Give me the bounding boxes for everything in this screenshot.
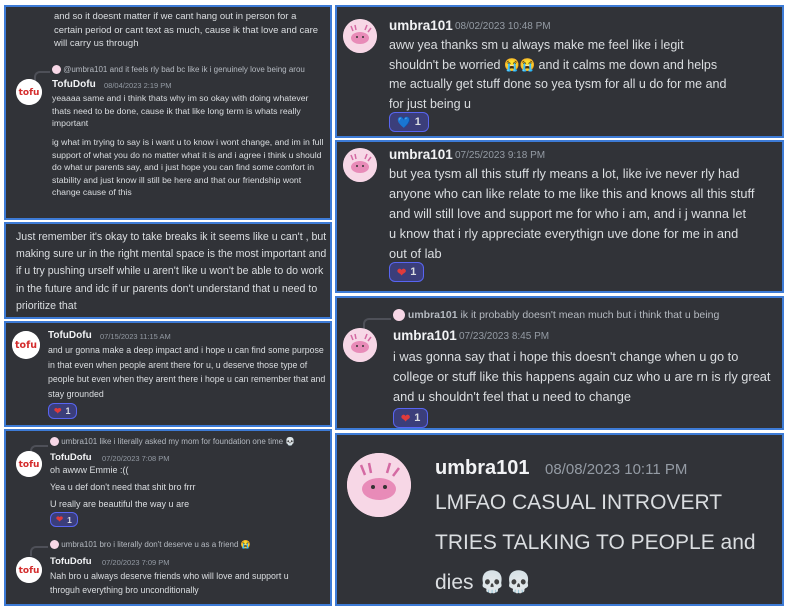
reaction-count: 1	[65, 406, 71, 416]
reply-text: ik it probably doesn't mean much but i t…	[460, 309, 720, 321]
author-name[interactable]: umbra101	[389, 18, 453, 33]
message-panel-1: and so it doesnt matter if we cant hang …	[4, 5, 332, 220]
tofudofu-avatar[interactable]: tofu	[16, 557, 42, 583]
tofudofu-avatar[interactable]: tofu	[16, 79, 42, 105]
heart-icon: ❤	[397, 266, 407, 279]
message-panel-7: umbra101 ik it probably doesn't mean muc…	[335, 296, 784, 430]
author-name[interactable]: TofuDofu	[50, 452, 92, 463]
author-name[interactable]: umbra101	[435, 457, 530, 480]
message-text: but yea tysm all this stuff rly means a …	[389, 166, 755, 261]
message-panel-3: tofu TofuDofu 07/15/2023 11:15 AM and ur…	[4, 321, 332, 427]
author-name[interactable]: umbra101	[393, 328, 457, 343]
author-name[interactable]: TofuDofu	[52, 79, 96, 90]
tofudofu-avatar[interactable]: tofu	[16, 451, 42, 477]
reply-text: and it feels rly bad bc like ik i genuin…	[109, 65, 305, 74]
timestamp: 07/20/2023 7:09 PM	[102, 558, 170, 567]
heart-icon: ❤	[401, 412, 411, 425]
reaction-heart[interactable]: ❤ 1	[393, 408, 429, 428]
mini-avatar	[50, 437, 59, 447]
svg-text:tofu: tofu	[19, 88, 40, 98]
timestamp: 07/23/2023 8:45 PM	[459, 331, 550, 342]
timestamp: 08/08/2023 10:11 PM	[545, 461, 688, 478]
reply-connector	[363, 318, 391, 330]
reply-preview[interactable]: umbra101 bro i literally don't deserve u…	[50, 539, 330, 551]
timestamp: 08/04/2023 2:19 PM	[104, 81, 172, 90]
svg-text:tofu: tofu	[19, 566, 40, 576]
blue-heart-icon: 💙	[397, 116, 411, 129]
author-name[interactable]: TofuDofu	[48, 330, 92, 341]
message-text: Just remember it's okay to take breaks i…	[16, 231, 327, 312]
mini-avatar	[52, 65, 61, 75]
umbra101-avatar[interactable]	[347, 453, 411, 517]
heart-icon: ❤	[56, 514, 64, 524]
message-text: i was gonna say that i hope this doesn't…	[393, 349, 771, 404]
message-text: oh awww Emmie :((	[50, 465, 129, 475]
reaction-heart[interactable]: ❤ 1	[50, 512, 78, 527]
svg-text:tofu: tofu	[19, 460, 40, 470]
reaction-heart[interactable]: ❤ 1	[48, 403, 77, 419]
message-panel-2: Just remember it's okay to take breaks i…	[4, 222, 332, 319]
message-text: yeaaaa same and i think thats why im so …	[52, 93, 309, 128]
message-text: ig what im trying to say is i want u to …	[52, 137, 324, 197]
timestamp: 07/25/2023 9:18 PM	[455, 150, 546, 161]
message-panel-6: umbra101 07/25/2023 9:18 PM but yea tysm…	[335, 140, 784, 293]
message-text: Yea u def don't need that shit bro frrr	[50, 482, 196, 492]
reaction-blue-heart[interactable]: 💙 1	[389, 112, 429, 132]
message-text-continued: and so it doesnt matter if we cant hang …	[54, 11, 319, 49]
reply-preview[interactable]: umbra101 ik it probably doesn't mean muc…	[393, 308, 781, 322]
mini-avatar	[393, 309, 405, 322]
message-text: U really are beautiful the way u are	[50, 499, 190, 509]
message-text: and ur gonna make a deep impact and i ho…	[48, 345, 326, 399]
reply-user[interactable]: umbra101	[408, 309, 458, 321]
message-text: aww yea thanks sm u always make me feel …	[389, 38, 727, 111]
umbra101-avatar[interactable]	[343, 19, 377, 53]
message-panel-8: umbra101 08/08/2023 10:11 PM LMFAO CASUA…	[335, 433, 784, 606]
heart-icon: ❤	[54, 405, 62, 416]
message-panel-5: umbra101 08/02/2023 10:48 PM aww yea tha…	[335, 5, 784, 138]
svg-text:tofu: tofu	[15, 340, 37, 351]
tofudofu-avatar[interactable]: tofu	[12, 331, 40, 359]
message-text: Nah bro u always deserve friends who wil…	[50, 571, 289, 595]
author-name[interactable]: umbra101	[389, 147, 453, 162]
reply-connector	[34, 71, 50, 81]
umbra101-avatar[interactable]	[343, 328, 377, 362]
timestamp: 08/02/2023 10:48 PM	[455, 21, 551, 32]
message-text: LMFAO CASUAL INTROVERT TRIES TALKING TO …	[435, 491, 756, 594]
reaction-count: 1	[410, 266, 417, 278]
author-name[interactable]: TofuDofu	[50, 556, 92, 567]
reply-text: umbra101 like i literally asked my mom f…	[61, 437, 296, 446]
reply-text: umbra101 bro i literally don't deserve u…	[61, 540, 251, 549]
reaction-count: 1	[414, 412, 421, 424]
reaction-count: 1	[414, 116, 421, 128]
reaction-count: 1	[67, 514, 72, 525]
message-panel-4: umbra101 like i literally asked my mom f…	[4, 429, 332, 606]
timestamp: 07/20/2023 7:08 PM	[102, 454, 170, 463]
reply-preview[interactable]: umbra101 like i literally asked my mom f…	[50, 436, 330, 448]
reply-connector	[30, 546, 48, 556]
umbra101-avatar[interactable]	[343, 148, 377, 182]
timestamp: 07/15/2023 11:15 AM	[100, 332, 171, 341]
reply-preview[interactable]: @umbra101 and it feels rly bad bc like i…	[52, 64, 330, 76]
reply-user[interactable]: @umbra101	[63, 65, 107, 74]
mini-avatar	[50, 540, 59, 550]
reaction-heart[interactable]: ❤ 1	[389, 262, 425, 282]
